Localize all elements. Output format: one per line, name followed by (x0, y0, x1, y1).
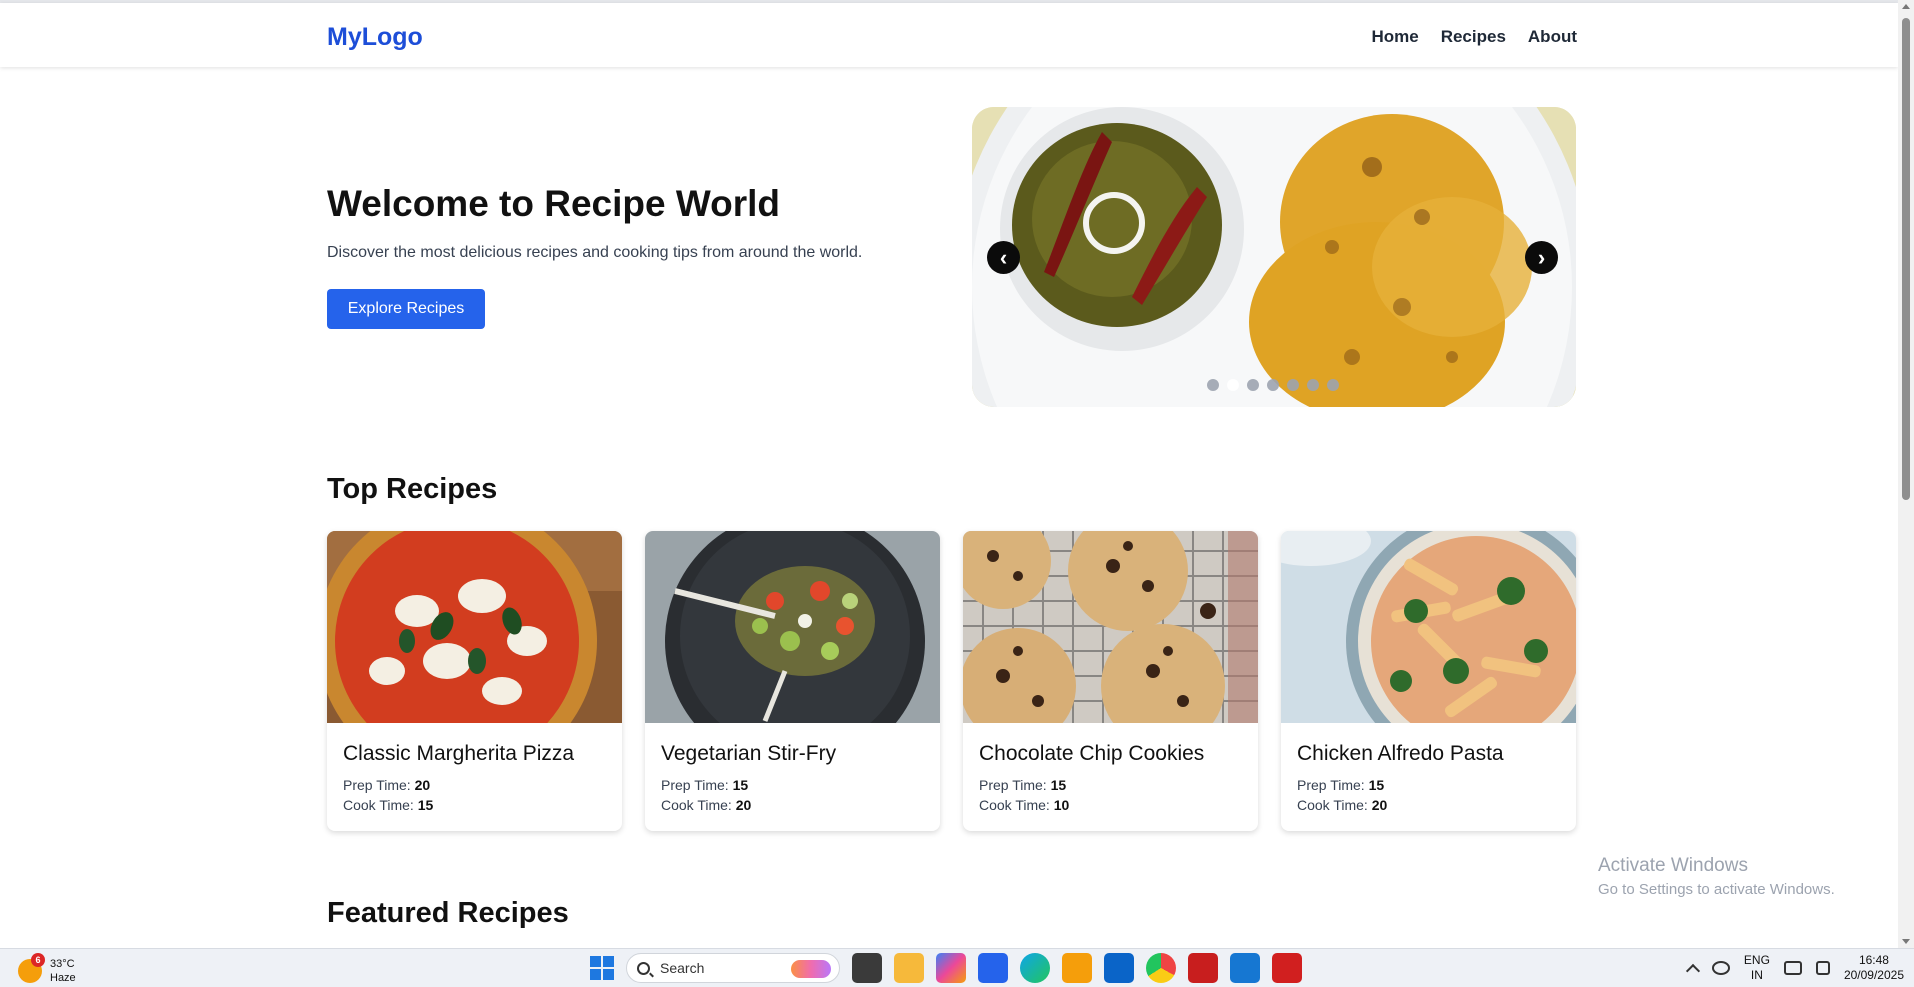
site-logo[interactable]: MyLogo (327, 23, 423, 52)
recipe-image-pizza (327, 531, 622, 723)
clock-time: 16:48 (1858, 953, 1889, 967)
nav-about[interactable]: About (1528, 27, 1577, 47)
system-clock[interactable]: 16:48 20/09/2025 (1844, 953, 1904, 983)
hero-carousel (972, 107, 1576, 407)
search-highlight-icon (791, 960, 831, 978)
chevron-right-icon: › (1537, 244, 1546, 270)
recipe-card[interactable]: Chicken Alfredo Pasta Prep Time: 15 Cook… (1281, 531, 1576, 831)
windows-start-icon[interactable] (590, 956, 614, 980)
microsoft-store-icon[interactable] (978, 953, 1008, 983)
nav-home[interactable]: Home (1371, 27, 1418, 47)
system-tray: ENG IN 16:48 20/09/2025 (1685, 953, 1904, 983)
volume-mute-icon[interactable] (1815, 961, 1830, 975)
recipe-image-pasta (1281, 531, 1576, 723)
carousel-dot[interactable] (1327, 379, 1339, 391)
recipe-cook-time: Cook Time: 20 (661, 797, 752, 813)
clock-date: 20/09/2025 (1843, 968, 1904, 982)
carousel-next-button[interactable]: › (1525, 241, 1558, 274)
weather-description: Haze (50, 972, 76, 984)
scroll-down-icon[interactable] (1902, 939, 1910, 944)
sublime-text-icon[interactable] (1062, 953, 1092, 983)
site-header: MyLogo Home Recipes About (0, 3, 1898, 67)
page-scrollbar[interactable] (1898, 0, 1914, 948)
recipe-image-stir-fry (645, 531, 940, 723)
weather-widget[interactable]: 6 33°C Haze (18, 953, 76, 985)
recipe-image-cookies (963, 531, 1258, 723)
recipe-cook-time: Cook Time: 20 (1297, 797, 1388, 813)
outlook-icon[interactable] (1104, 953, 1134, 983)
nav-recipes[interactable]: Recipes (1441, 27, 1506, 47)
carousel-dot[interactable] (1207, 379, 1219, 391)
carousel-prev-button[interactable]: ‹ (987, 241, 1020, 274)
watermark-subtitle: Go to Settings to activate Windows. (1598, 881, 1835, 898)
taskbar-apps: Search (590, 953, 1302, 983)
weather-sun-icon: 6 (18, 953, 45, 983)
main-nav: Home Recipes About (1371, 27, 1577, 47)
hero-subtitle: Discover the most delicious recipes and … (327, 244, 863, 261)
edge-browser-icon[interactable] (1020, 953, 1050, 983)
onedrive-icon[interactable] (1711, 961, 1730, 975)
featured-recipes-heading: Featured Recipes (327, 897, 569, 929)
mcafee-icon[interactable] (1188, 953, 1218, 983)
explore-recipes-button[interactable]: Explore Recipes (327, 289, 485, 329)
carousel-dot[interactable] (1307, 379, 1319, 391)
show-hidden-icons-chevron-up-icon[interactable] (1685, 963, 1700, 979)
top-recipes-grid: Classic Margherita Pizza Prep Time: 20 C… (327, 531, 1576, 831)
taskbar-search[interactable]: Search (626, 953, 840, 983)
search-icon (637, 961, 650, 975)
recipe-prep-time: Prep Time: 20 (343, 777, 431, 793)
network-icon[interactable] (1783, 961, 1802, 975)
carousel-dot[interactable] (1247, 379, 1259, 391)
carousel-dot[interactable] (1287, 379, 1299, 391)
scroll-thumb[interactable] (1902, 18, 1910, 500)
recipe-prep-time: Prep Time: 15 (979, 777, 1067, 793)
browser-viewport: MyLogo Home Recipes About Welcome to Rec… (0, 0, 1898, 948)
scroll-up-icon[interactable] (1902, 4, 1910, 9)
task-view-icon[interactable] (852, 953, 882, 983)
recipe-card[interactable]: Chocolate Chip Cookies Prep Time: 15 Coo… (963, 531, 1258, 831)
recipe-cook-time: Cook Time: 15 (343, 797, 434, 813)
file-explorer-icon[interactable] (894, 953, 924, 983)
watermark-title: Activate Windows (1598, 855, 1748, 876)
recipe-title[interactable]: Chicken Alfredo Pasta (1297, 742, 1504, 766)
recipe-card[interactable]: Vegetarian Stir-Fry Prep Time: 15 Cook T… (645, 531, 940, 831)
recipe-title[interactable]: Classic Margherita Pizza (343, 742, 574, 766)
weather-badge: 6 (31, 953, 45, 967)
top-recipes-heading: Top Recipes (327, 473, 498, 505)
acrobat-reader-icon[interactable] (1272, 953, 1302, 983)
weather-temperature: 33°C (50, 958, 75, 970)
copilot-icon[interactable] (936, 953, 966, 983)
recipe-prep-time: Prep Time: 15 (661, 777, 749, 793)
recipe-card[interactable]: Classic Margherita Pizza Prep Time: 20 C… (327, 531, 622, 831)
chevron-left-icon: ‹ (999, 244, 1008, 270)
vscode-icon[interactable] (1230, 953, 1260, 983)
carousel-dot[interactable] (1267, 379, 1279, 391)
carousel-image-saag-makki-roti (972, 107, 1576, 407)
carousel-dot[interactable] (1227, 379, 1239, 391)
recipe-title[interactable]: Vegetarian Stir-Fry (661, 742, 836, 766)
hero-title: Welcome to Recipe World (327, 183, 780, 224)
carousel-indicators (1207, 379, 1339, 391)
input-language-indicator[interactable]: ENG IN (1744, 953, 1770, 983)
recipe-cook-time: Cook Time: 10 (979, 797, 1070, 813)
windows-taskbar: 6 33°C Haze Search ENG IN 16:48 20/09/20… (0, 948, 1914, 987)
taskbar-search-placeholder: Search (660, 960, 705, 976)
activate-windows-watermark: Activate Windows Go to Settings to activ… (1598, 855, 1835, 898)
recipe-prep-time: Prep Time: 15 (1297, 777, 1385, 793)
chrome-browser-icon[interactable] (1146, 953, 1176, 983)
recipe-title[interactable]: Chocolate Chip Cookies (979, 742, 1204, 766)
